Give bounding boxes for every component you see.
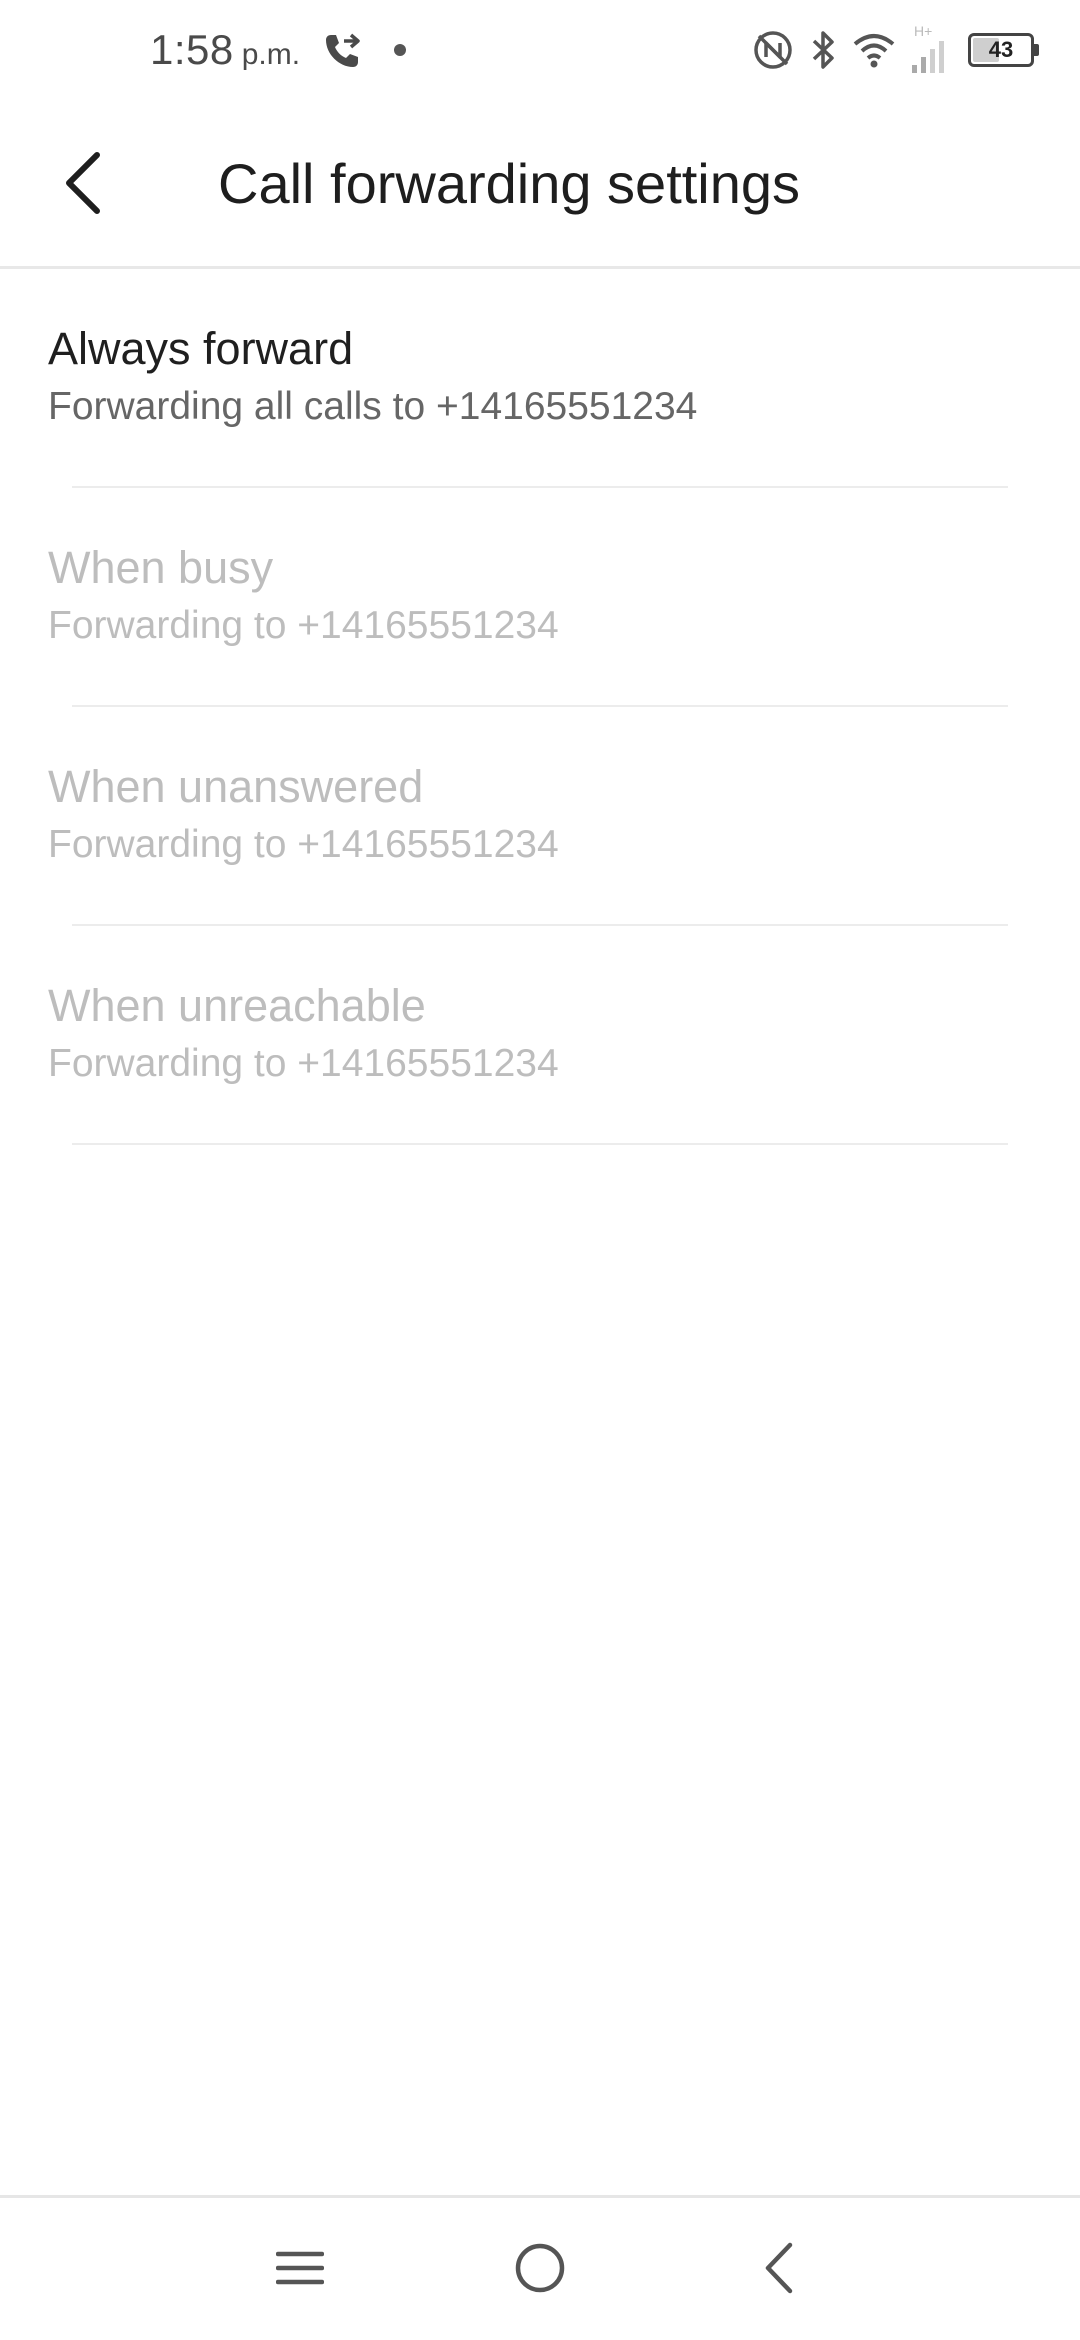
back-arrow-icon (66, 152, 100, 214)
system-back-button[interactable] (735, 2228, 825, 2308)
divider (72, 1143, 1008, 1145)
home-icon (515, 2243, 565, 2293)
setting-when-unreachable: When unreachable Forwarding to +14165551… (0, 926, 1080, 1145)
setting-subtitle: Forwarding to +14165551234 (48, 823, 559, 866)
wifi-icon (853, 34, 895, 68)
bluetooth-icon (812, 31, 834, 69)
notification-dot-icon (394, 44, 407, 56)
status-bar: 1:58 p.m. H+ 43 (0, 0, 1080, 100)
setting-title: When unanswered (48, 761, 424, 812)
menu-icon (276, 2251, 324, 2285)
setting-title: When busy (48, 542, 274, 593)
screen: 1:58 p.m. H+ 43 Call forwarding settings… (0, 0, 1080, 2340)
home-button[interactable] (495, 2228, 585, 2308)
nfc-icon (754, 31, 792, 69)
navigation-bar (0, 2195, 1080, 2340)
status-left: 1:58 p.m. (150, 22, 407, 78)
setting-when-unanswered: When unanswered Forwarding to +141655512… (0, 707, 1080, 926)
back-button[interactable] (40, 140, 126, 226)
setting-subtitle: Forwarding to +14165551234 (48, 1042, 559, 1085)
setting-subtitle: Forwarding to +14165551234 (48, 604, 559, 647)
recent-apps-button[interactable] (255, 2228, 345, 2308)
status-time: 1:58 (150, 26, 234, 73)
setting-subtitle: Forwarding all calls to +14165551234 (48, 385, 698, 428)
setting-always-forward[interactable]: Always forward Forwarding all calls to +… (0, 269, 1080, 488)
settings-list: Always forward Forwarding all calls to +… (0, 269, 1080, 1145)
cellular-signal-icon: H+ (910, 23, 950, 75)
setting-title: When unreachable (48, 980, 426, 1031)
app-bar: Call forwarding settings (0, 100, 1080, 269)
call-forwarding-icon (326, 33, 360, 67)
status-right: H+ 43 (738, 22, 1039, 78)
setting-title: Always forward (48, 323, 354, 374)
status-ampm: p.m. (241, 38, 301, 71)
setting-when-busy: When busy Forwarding to +14165551234 (0, 488, 1080, 707)
back-icon (765, 2242, 793, 2294)
page-title: Call forwarding settings (218, 152, 801, 215)
battery-icon: 43 (968, 33, 1039, 67)
battery-level: 43 (988, 37, 1014, 62)
